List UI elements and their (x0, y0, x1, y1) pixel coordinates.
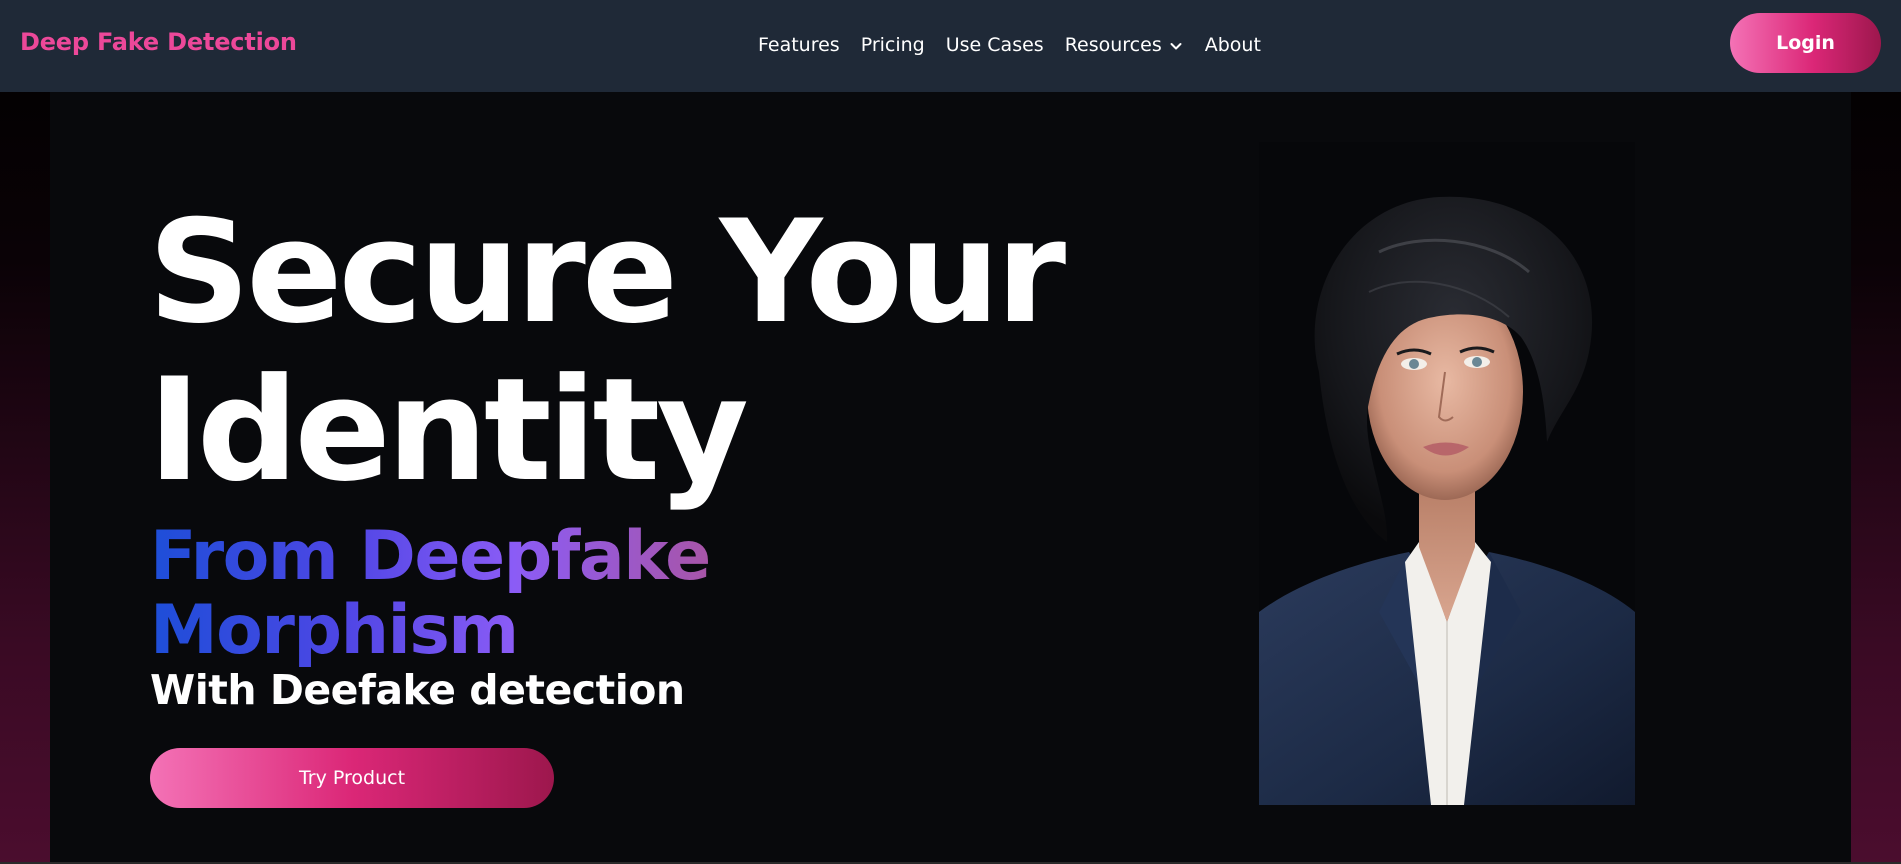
hero-tagline: With Deefake detection (150, 666, 685, 714)
nav-link-use-cases[interactable]: Use Cases (946, 34, 1044, 56)
login-button[interactable]: Login (1730, 13, 1881, 73)
nav-link-label: Use Cases (945, 34, 1044, 56)
nav-links: Features Pricing Use Cases Resources Abo… (758, 30, 1261, 60)
hero-headline-line1: Secure Your (148, 190, 1066, 355)
nav-link-label: Pricing (860, 34, 925, 56)
hero-portrait-image (1259, 142, 1635, 805)
hero-headline-line2: Identity (148, 348, 749, 513)
nav-link-label: About (1204, 34, 1261, 56)
hero-subheadline: From Deepfake Morphism (150, 520, 710, 668)
nav-link-label: Resources (1064, 34, 1162, 56)
hero-subheadline-line1: From Deepfake (150, 517, 710, 596)
nav-link-features[interactable]: Features (758, 34, 840, 56)
try-product-button[interactable]: Try Product (150, 748, 554, 808)
chevron-down-icon (1168, 37, 1184, 53)
nav-link-label: Features (758, 34, 840, 56)
top-navbar: Deep Fake Detection Features Pricing Use… (0, 0, 1901, 92)
hero-section: Secure Your Identity From Deepfake Morph… (50, 92, 1851, 864)
brand-logo-link[interactable]: Deep Fake Detection (20, 28, 297, 56)
hero-headline: Secure Your Identity (148, 190, 1066, 513)
nav-link-about[interactable]: About (1205, 34, 1261, 56)
nav-link-pricing[interactable]: Pricing (861, 34, 925, 56)
hero-subheadline-line2: Morphism (150, 591, 518, 670)
nav-link-resources-dropdown[interactable]: Resources (1065, 34, 1184, 56)
